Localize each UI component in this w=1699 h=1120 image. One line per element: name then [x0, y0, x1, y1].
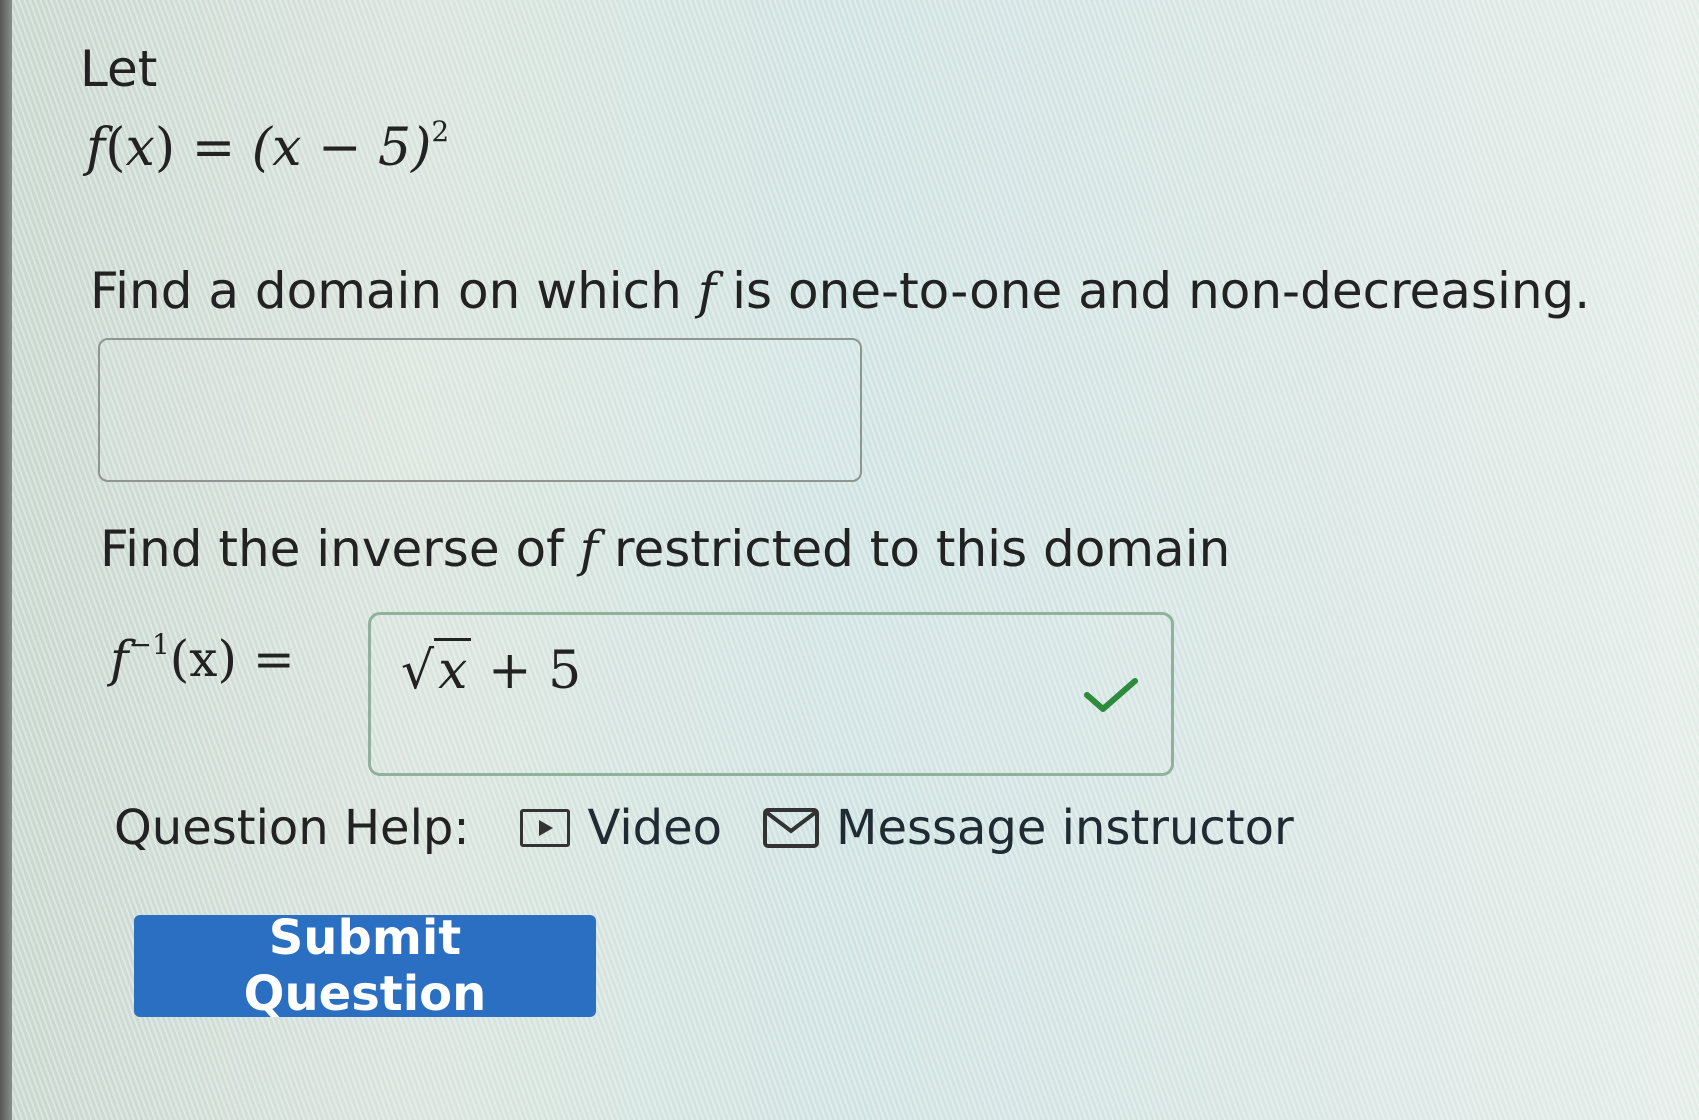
submit-question-button[interactable]: Submit Question — [134, 910, 596, 1022]
function-name: f — [86, 118, 106, 178]
inverse-question-text-start: Find the inverse of — [100, 520, 580, 578]
question-help-label: Question Help: — [114, 800, 470, 856]
function-exponent: 2 — [431, 114, 450, 148]
envelope-icon — [763, 808, 820, 848]
message-instructor-link[interactable]: Message instructor — [762, 800, 1294, 856]
video-link[interactable]: Video — [519, 800, 723, 856]
inverse-label: f−1(x) = — [110, 628, 295, 688]
video-link-label: Video — [587, 800, 723, 856]
domain-question: Find a domain on which f is one-to-one a… — [90, 262, 1590, 320]
function-variable: x — [125, 118, 155, 178]
inverse-exponent: −1 — [128, 628, 170, 662]
inverse-question-text-end: restricted to this domain — [598, 520, 1231, 578]
sqrt-radicand: x — [434, 638, 472, 701]
screen-edge-shadow — [0, 0, 12, 1120]
function-expression: (x − 5) — [251, 118, 432, 178]
inverse-argument: (x) = — [169, 630, 295, 688]
inverse-function-name: f — [110, 630, 129, 688]
domain-question-text-end: is one-to-one and non-decreasing. — [716, 262, 1591, 320]
domain-question-text-start: Find a domain on which — [90, 262, 698, 320]
inverse-question: Find the inverse of f restricted to this… — [100, 520, 1230, 578]
function-definition: f(x) = (x − 5)2 — [86, 114, 450, 178]
inverse-answer-input[interactable]: √x + 5 — [368, 612, 1174, 776]
checkmark-icon — [1084, 678, 1138, 712]
inverse-question-symbol: f — [579, 520, 599, 578]
question-help-row: Question Help: Video Message instructor — [114, 800, 1334, 856]
video-play-icon — [519, 809, 570, 847]
inverse-answer-value: √x + 5 — [401, 638, 582, 701]
message-instructor-label: Message instructor — [836, 800, 1294, 856]
domain-question-symbol: f — [697, 262, 717, 320]
sqrt-symbol: √ — [401, 641, 435, 701]
intro-label: Let — [80, 40, 158, 98]
inverse-answer-rest: + 5 — [488, 641, 582, 701]
domain-answer-input[interactable] — [98, 338, 862, 482]
